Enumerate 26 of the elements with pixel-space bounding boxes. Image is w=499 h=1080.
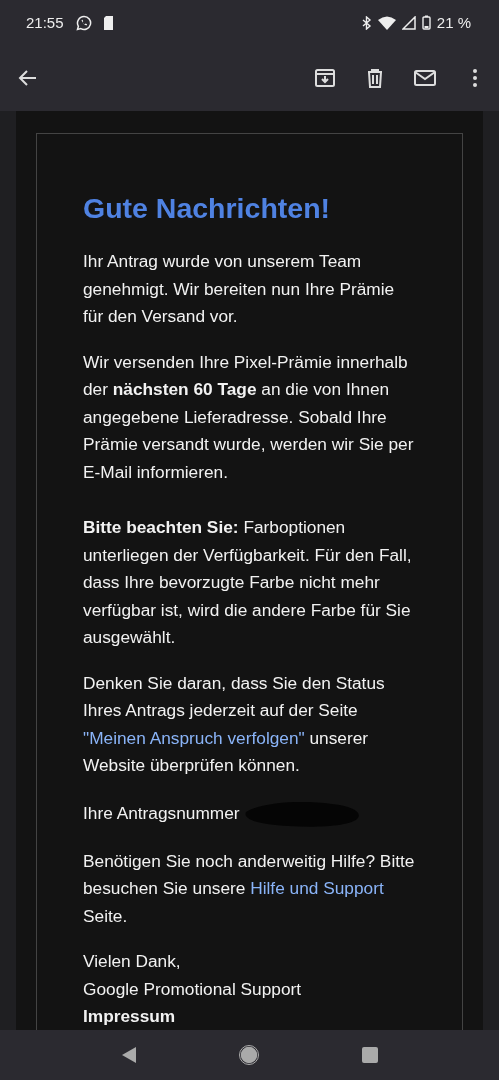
battery-level: 21 % [436,14,471,31]
more-icon [473,69,477,87]
paragraph: Bitte beachten Sie: Farboptionen unterliegen der Verfügbarkeit. Für den Fall, dass Ihre bevorzugte Farbe nicht mehr verfügbar ist, wird die andere Farbe für Sie ausgewählt. [83,516,413,649]
link[interactable]: Hilfe und Support [250,878,384,898]
paragraph: Ihr Antrag wurde von unserem Team genehmigt. Wir bereiten nun Ihre Prämie für den Versand vor. [83,250,396,328]
paragraph: Wir versenden Ihre Pixel-Prämie innerhalb der nächsten 60 Tage an die von Ihnen angegebene Lieferadresse. Sobald Ihre Prämie versandt wurde, werden wir Sie per E-Mail informieren. [83,350,415,484]
bluetooth-icon [360,15,372,30]
closing-line: Vielen Dank, [83,950,182,973]
closing-line: Google Promotional Support [83,977,303,1001]
wifi-icon [377,15,396,30]
archive-icon [313,66,337,90]
chat-icon [75,14,92,31]
footer-heading: Impressum [83,1005,177,1028]
paragraph: Denken Sie daran, dass Sie den Status Ihres Antrags jederzeit auf der Seite "Meinen Anspruch verfolgen" unserer Website überprüfen können. [83,671,386,777]
clock: 21:55 [26,14,64,31]
battery-icon [421,15,431,30]
archive-button[interactable] [313,66,337,90]
back-nav-button[interactable] [121,1046,138,1064]
paragraph: Ihre Antragsnummer [83,801,240,825]
paragraph: Benötigen Sie noch anderweitig Hilfe? Bitte besuchen Sie unsere Hilfe und Support Seite. [83,849,416,928]
link[interactable]: "Meinen Anspruch verfolgen" [83,727,305,748]
recents-nav-button[interactable] [361,1047,378,1063]
home-nav-button[interactable] [239,1045,260,1065]
signal-icon [401,15,416,30]
sd-card-icon [103,15,113,30]
email-heading: Gute Nachrichten! [83,191,332,226]
